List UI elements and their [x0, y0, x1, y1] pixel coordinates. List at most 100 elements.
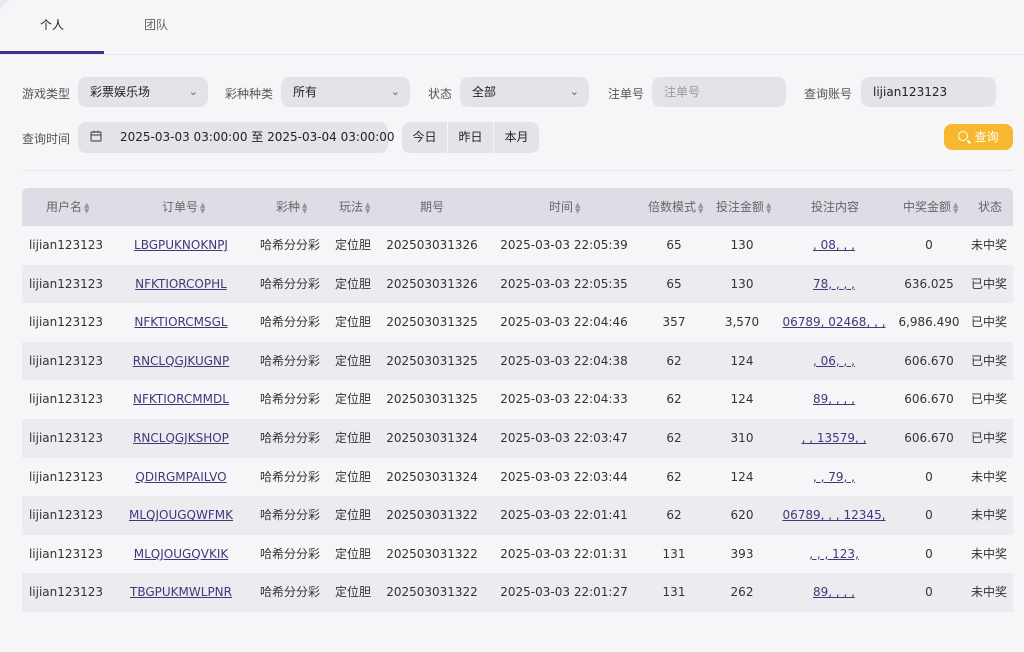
cell-issue: 202503031324 [386, 469, 478, 484]
tab-bar: 个人 团队 [0, 0, 1024, 55]
cell-status: 已中奖 [970, 430, 1007, 445]
cell-multiplier: 62 [666, 508, 682, 523]
cell-play: 定位胆 [334, 585, 371, 600]
cell-bet-content[interactable]: , , 79, , [813, 458, 855, 497]
cell-order-no[interactable]: NFKTIORCOPHL [135, 265, 227, 304]
cell-bet-amount: 124 [730, 353, 754, 368]
chevron-down-icon: ⌄ [390, 85, 400, 98]
cell-bet-amount: 262 [730, 585, 754, 600]
this-month-button[interactable]: 本月 [494, 122, 539, 153]
active-tab-indicator [0, 51, 104, 54]
today-button[interactable]: 今日 [402, 122, 448, 153]
cell-win-amount: 6,986.490 [898, 315, 960, 330]
cell-order-no[interactable]: QDIRGMPAILVO [135, 458, 226, 497]
sort-icon: ▲ ▼ [953, 200, 959, 215]
chevron-down-icon: ⌄ [188, 85, 198, 98]
cell-play: 定位胆 [334, 508, 371, 523]
lottery-kind-value: 所有 [293, 85, 318, 99]
cell-status: 已中奖 [970, 315, 1007, 330]
order-no-input[interactable] [664, 77, 786, 107]
cell-bet-amount: 124 [730, 469, 754, 484]
cell-bet-content[interactable]: 89, , , , [813, 380, 855, 419]
tab-personal[interactable]: 个人 [0, 0, 104, 54]
cell-bet-amount: 130 [730, 238, 754, 252]
table-row: lijian123123 RNCLQGJKSHOP 哈希分分彩 定位胆 20250303… [22, 418, 1013, 458]
cell-win-amount: 606.670 [904, 353, 954, 368]
cell-order-no[interactable]: TBGPUKMWLPNR [130, 573, 232, 612]
cell-username: lijian123123 [28, 430, 104, 445]
sort-icon: ▲ ▼ [302, 200, 308, 215]
cell-username: lijian123123 [28, 469, 104, 484]
sort-icon: ▲ ▼ [766, 200, 772, 215]
table-row: lijian123123 MLQJOUGQVKIK 哈希分分彩 定位胆 20250303… [22, 535, 1013, 574]
cell-bet-content[interactable]: , 06, , , [813, 342, 855, 381]
cell-order-no[interactable]: RNCLQGJKSHOP [133, 419, 229, 458]
sort-icon: ▲ ▼ [84, 200, 90, 215]
table-row: lijian123123 RNCLQGJKUGNP 哈希分分彩 定位胆 20250303… [22, 341, 1013, 381]
chevron-down-icon: ⌄ [569, 85, 579, 98]
cell-order-no[interactable]: LBGPUKNOKNPJ [134, 226, 228, 265]
status-select[interactable]: 全部 ⌄ [460, 77, 589, 107]
status-label: 状态 [428, 87, 453, 101]
cell-win-amount: 0 [925, 546, 933, 561]
table-row: lijian123123 NFKTIORCMSGL 哈希分分彩 定位胆 20250303… [22, 303, 1013, 342]
cell-issue: 202503031322 [386, 546, 478, 561]
account-field[interactable]: lijian123123 [861, 77, 996, 107]
sort-icon: ▲ ▼ [200, 200, 206, 215]
cell-username: lijian123123 [28, 546, 104, 561]
lottery-kind-select[interactable]: 所有 ⌄ [281, 77, 410, 107]
cell-issue: 202503031325 [386, 392, 478, 407]
cell-username: lijian123123 [28, 585, 104, 600]
cell-status: 已中奖 [970, 392, 1007, 407]
header-time[interactable]: 时间 ▲ ▼ [549, 188, 580, 226]
cell-time: 2025-03-03 22:01:31 [500, 546, 628, 561]
header-play[interactable]: 玩法 ▲ ▼ [339, 188, 370, 226]
cell-status: 已中奖 [970, 353, 1007, 368]
header-multiplier[interactable]: 倍数模式 ▲ ▼ [648, 188, 703, 226]
cell-time: 2025-03-03 22:04:46 [500, 315, 628, 330]
cell-status: 已中奖 [970, 276, 1007, 291]
cell-status: 未中奖 [970, 546, 1007, 561]
yesterday-button[interactable]: 昨日 [448, 122, 494, 153]
header-order-no[interactable]: 订单号 ▲ ▼ [162, 188, 205, 226]
cell-order-no[interactable]: MLQJOUGQWFMK [129, 496, 233, 535]
table-row: lijian123123 TBGPUKMWLPNR 哈希分分彩 定位胆 20250303… [22, 573, 1013, 612]
cell-bet-content[interactable]: , 08, , , [813, 226, 855, 265]
cell-play: 定位胆 [334, 469, 371, 484]
cell-win-amount: 0 [925, 508, 933, 523]
cell-bet-amount: 620 [730, 508, 754, 523]
header-lottery[interactable]: 彩种 ▲ ▼ [276, 188, 307, 226]
cell-issue: 202503031326 [386, 276, 478, 291]
cell-bet-amount: 124 [730, 392, 754, 407]
cell-multiplier: 357 [662, 315, 686, 330]
cell-bet-content[interactable]: , , , 123, [809, 535, 859, 574]
cell-status: 未中奖 [970, 469, 1007, 484]
header-status: 状态 [978, 200, 1003, 214]
header-bet-amount[interactable]: 投注金额 ▲ ▼ [716, 188, 771, 226]
cell-order-no[interactable]: MLQJOUGQVKIK [134, 535, 228, 574]
header-username[interactable]: 用户名 ▲ ▼ [46, 188, 89, 226]
cell-bet-content[interactable]: 06789, 02468, , , [782, 303, 885, 342]
cell-order-no[interactable]: NFKTIORCMSGL [134, 303, 227, 342]
cell-order-no[interactable]: NFKTIORCMMDL [133, 380, 229, 419]
cell-order-no[interactable]: RNCLQGJKUGNP [133, 342, 230, 381]
cell-play: 定位胆 [334, 315, 371, 330]
status-value: 全部 [472, 85, 497, 99]
cell-username: lijian123123 [28, 508, 104, 523]
cell-username: lijian123123 [28, 238, 104, 252]
header-win-amount[interactable]: 中奖金额 ▲ ▼ [903, 188, 958, 226]
cell-win-amount: 606.670 [904, 392, 954, 407]
date-range-text: 2025-03-03 03:00:00 至 2025-03-04 03:00:0… [120, 130, 395, 144]
bet-records-panel: 个人 团队 游戏类型 彩票娱乐场 ⌄ 彩种种类 所有 ⌄ 状态 全部 ⌄ 注单号… [0, 0, 1024, 652]
cell-bet-content[interactable]: 89, , , , [813, 573, 855, 612]
cell-bet-content[interactable]: 78, , , , [813, 265, 855, 304]
cell-bet-content[interactable]: 06789, , , 12345, [782, 496, 885, 535]
date-range-picker[interactable]: 2025-03-03 03:00:00 至 2025-03-04 03:00:0… [78, 122, 395, 153]
cell-win-amount: 0 [925, 585, 933, 600]
cell-time: 2025-03-03 22:01:27 [500, 585, 628, 600]
game-type-select[interactable]: 彩票娱乐场 ⌄ [78, 77, 208, 107]
tab-team[interactable]: 团队 [104, 0, 208, 54]
order-no-field[interactable] [652, 77, 786, 107]
cell-bet-content[interactable]: , , 13579, , [802, 419, 867, 458]
search-button[interactable]: 查询 [944, 124, 1013, 150]
